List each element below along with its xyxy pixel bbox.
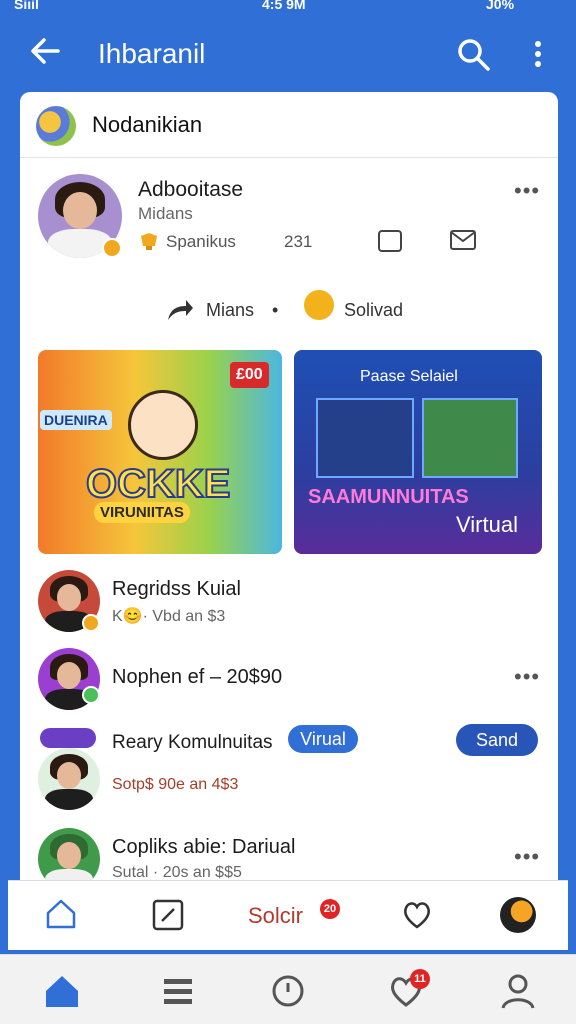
virtual-tag: Virual <box>288 725 358 753</box>
feed-name: Copliks abie: Dariual <box>112 836 296 858</box>
chat-bubble-icon <box>40 728 96 748</box>
inner-tab-badge: 20 <box>320 899 340 919</box>
video-tile-2 <box>422 398 518 478</box>
solved-label[interactable]: Solivad <box>344 300 403 321</box>
mascot-character <box>128 390 198 460</box>
home-outline-icon[interactable] <box>44 897 78 931</box>
group-avatar[interactable] <box>36 106 76 146</box>
battery-text: J0% <box>486 0 515 12</box>
profile-name: Adbooitase <box>138 178 244 201</box>
bookmark-icon[interactable] <box>378 230 402 252</box>
banner-left-subline: VIRUNIITAS <box>94 502 190 523</box>
reward-label: Spanikus <box>166 232 236 251</box>
send-button[interactable]: Sand <box>456 724 538 756</box>
inner-tab-label[interactable]: Solcir <box>248 903 303 929</box>
edit-square-icon[interactable] <box>152 899 184 931</box>
smile-heart-icon[interactable] <box>400 897 434 931</box>
banner-left-headline: OCKKE <box>85 461 231 507</box>
feed-name: Nophen ef – 20$90 <box>112 666 283 688</box>
person-icon[interactable] <box>498 971 538 1011</box>
online-badge <box>102 238 122 258</box>
banner-right-title: Paase Selaiel <box>360 368 458 385</box>
card-title: Nodanikian <box>92 112 203 137</box>
banner-left[interactable]: DUENIRA £00 OCKKE VIRUNIITAS <box>38 350 282 554</box>
card-header: Nodanikian <box>20 92 558 158</box>
emoji-bubble-icon[interactable] <box>304 290 334 320</box>
video-tile-1 <box>316 398 414 478</box>
heart-badge: 11 <box>410 969 430 989</box>
banner-right[interactable]: Paase Selaiel SAAMUNNUITAS Virtual <box>294 350 542 554</box>
banner-left-tag: DUENIRA <box>40 410 112 430</box>
banner-right-subline: Virtual <box>456 512 518 537</box>
app-bar: Ihbaranil <box>0 14 576 92</box>
feed-avatar[interactable] <box>38 828 100 882</box>
share-label[interactable]: Mians <box>206 300 254 321</box>
more-vertical-icon[interactable] <box>525 36 551 72</box>
feed-name: Regridss Kuial <box>112 578 241 600</box>
profile-more-icon[interactable]: ••• <box>514 178 540 204</box>
status-bar: Siıil 4:5 9M J0% <box>0 0 576 14</box>
mail-icon[interactable] <box>450 230 476 250</box>
clock: 4:5 9M <box>262 0 306 12</box>
search-nav-icon[interactable] <box>268 971 308 1011</box>
feed-avatar[interactable] <box>38 748 100 810</box>
share-arrow-icon[interactable] <box>166 298 194 322</box>
banner-left-badge: £00 <box>230 362 269 388</box>
bottom-nav: 11 <box>0 954 576 1024</box>
feed-more-icon[interactable]: ••• <box>514 664 540 690</box>
feed-badge <box>82 686 100 704</box>
feed-meta: K😊· Vbd an $3 <box>112 608 226 625</box>
back-arrow-icon[interactable] <box>28 34 62 68</box>
search-icon[interactable] <box>455 36 491 72</box>
home-icon[interactable] <box>42 971 82 1011</box>
menu-icon[interactable] <box>158 971 198 1011</box>
signal-text: Siıil <box>14 0 39 12</box>
profile-subtitle: Midans <box>138 204 193 223</box>
feed-more-icon[interactable]: ••• <box>514 844 540 870</box>
separator-dot: • <box>272 300 279 320</box>
profile-mini-avatar[interactable] <box>500 897 536 933</box>
feed-meta: Sotp$ 90e an 4$3 <box>112 776 239 793</box>
banner-right-headline: SAAMUNNUITAS <box>308 486 469 508</box>
inner-tab-bar: Solcir 20 <box>8 880 568 950</box>
community-card: Nodanikian Adbooitase Midans Spanikus 23… <box>20 92 558 882</box>
feed-badge <box>82 614 100 632</box>
feed-name: Reary Komulnuitas <box>112 732 273 753</box>
trophy-icon <box>141 233 157 250</box>
app-title: Ihbaranil <box>98 38 206 69</box>
reward-count: 231 <box>284 232 313 251</box>
